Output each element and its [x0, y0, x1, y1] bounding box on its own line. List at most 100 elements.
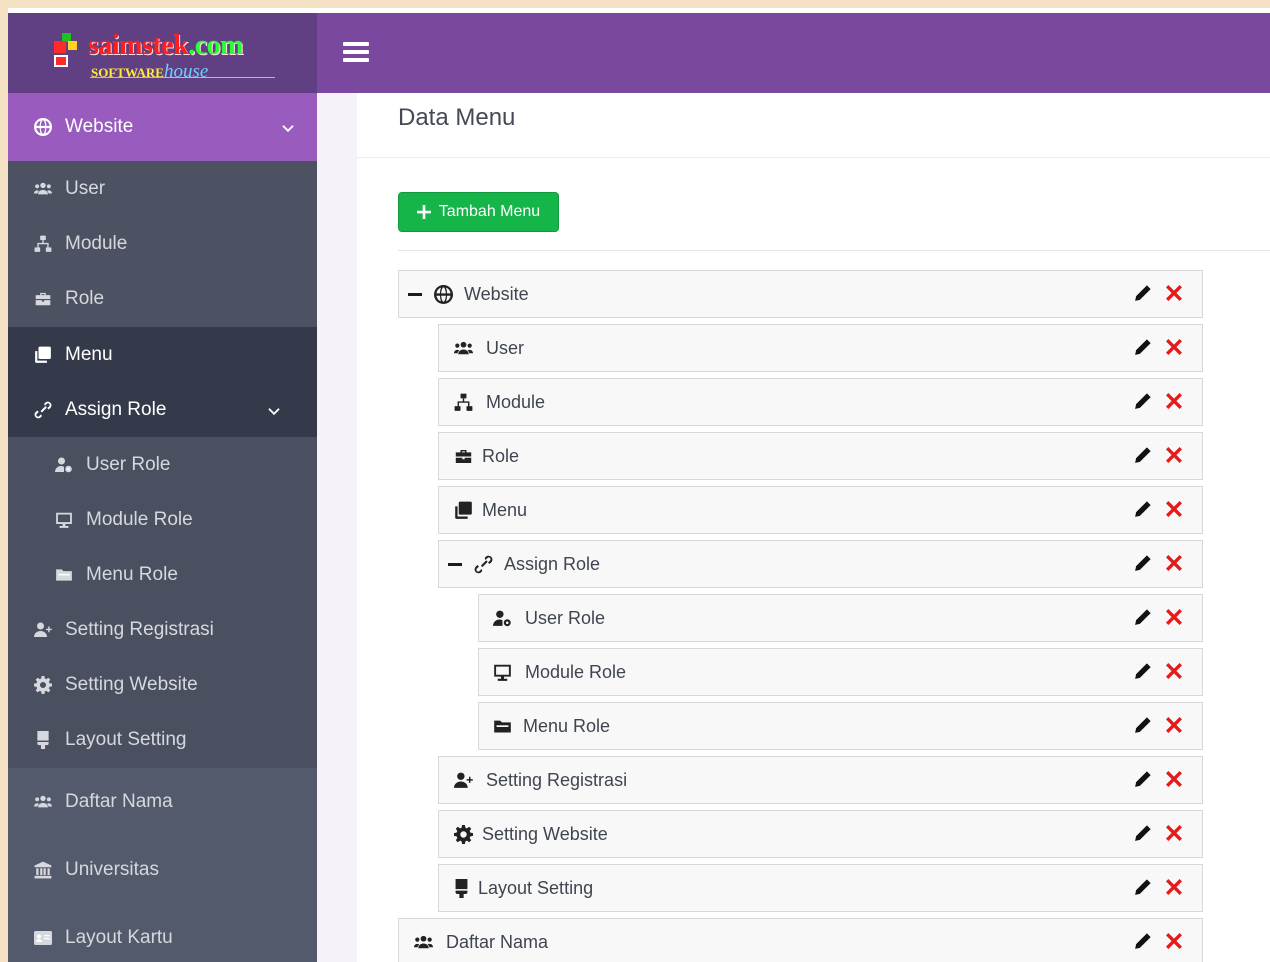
row-actions — [1134, 608, 1182, 626]
tree-row-user-role[interactable]: User Role — [478, 594, 1203, 642]
edit-pencil-icon[interactable] — [1134, 608, 1152, 626]
delete-x-icon[interactable] — [1166, 393, 1182, 409]
link-icon — [33, 400, 53, 420]
sidebar-item-daftar-nama[interactable]: Daftar Nama — [8, 768, 317, 836]
users-icon — [452, 338, 474, 358]
sidebar-item-menu[interactable]: Menu — [8, 327, 317, 382]
link-icon — [472, 554, 494, 574]
brush-icon — [450, 878, 472, 898]
delete-x-icon[interactable] — [1166, 339, 1182, 355]
delete-x-icon[interactable] — [1166, 609, 1182, 625]
desktop-icon — [491, 662, 513, 682]
tree-row-label: Menu — [482, 499, 528, 520]
sidebar-item-module-role[interactable]: Module Role — [8, 492, 317, 547]
desktop-icon — [54, 510, 74, 530]
delete-x-icon[interactable] — [1166, 771, 1182, 787]
tree-row-label: User — [486, 337, 525, 358]
sidebar-item-role[interactable]: Role — [8, 271, 317, 326]
sidebar-item-website[interactable]: Website — [8, 93, 317, 161]
tree-row-label: Setting Registrasi — [486, 769, 628, 790]
tree-row-label: Menu Role — [523, 715, 611, 736]
delete-x-icon[interactable] — [1166, 879, 1182, 895]
user-cog-icon — [491, 608, 513, 628]
sidebar-item-menu-role[interactable]: Menu Role — [8, 547, 317, 602]
tree-row-assign-role[interactable]: Assign Role — [438, 540, 1203, 588]
row-actions — [1134, 500, 1182, 518]
row-actions — [1134, 284, 1182, 302]
collapse-icon[interactable] — [408, 292, 422, 296]
main-content: Data Menu Tambah Menu Website User Modul… — [317, 93, 1270, 962]
brand-area[interactable]: saimstek.com SOFTWAREhouse — [8, 13, 317, 93]
sidebar-item-user-role[interactable]: User Role — [8, 437, 317, 492]
delete-x-icon[interactable] — [1166, 555, 1182, 571]
plus-icon — [417, 205, 431, 219]
sidebar-item-label: Layout Setting — [65, 729, 187, 750]
tree-row-setting-website[interactable]: Setting Website — [438, 810, 1203, 858]
sidebar-item-user[interactable]: User — [8, 161, 317, 216]
tree-row-label: Assign Role — [504, 553, 601, 574]
row-actions — [1134, 338, 1182, 356]
brand-tagline-italic: house — [163, 61, 209, 82]
hamburger-menu-icon[interactable] — [343, 42, 369, 62]
page-title: Data Menu — [398, 104, 516, 131]
sidebar-item-setting-registrasi[interactable]: Setting Registrasi — [8, 602, 317, 657]
tree-row-menu[interactable]: Menu — [438, 486, 1203, 534]
edit-pencil-icon[interactable] — [1134, 500, 1152, 518]
tree-row-layout-setting[interactable]: Layout Setting — [438, 864, 1203, 912]
tree-row-role[interactable]: Role — [438, 432, 1203, 480]
edit-pencil-icon[interactable] — [1134, 392, 1152, 410]
brand-logo[interactable]: saimstek.com SOFTWAREhouse — [54, 31, 275, 82]
delete-x-icon[interactable] — [1166, 663, 1182, 679]
sitemap-icon — [33, 234, 53, 254]
tree-row-daftar-nama[interactable]: Daftar Nama — [398, 918, 1203, 962]
folder-icon — [491, 716, 513, 736]
sidebar-item-assign-role[interactable]: Assign Role — [8, 382, 317, 437]
cog-icon — [33, 675, 53, 695]
tree-row-user[interactable]: User — [438, 324, 1203, 372]
sidebar-item-label: Universitas — [65, 859, 159, 880]
delete-x-icon[interactable] — [1166, 717, 1182, 733]
sidebar: Website User Module Role Menu Assign Rol… — [8, 93, 317, 962]
collapse-icon[interactable] — [448, 562, 462, 566]
card-header: Data Menu — [357, 93, 1270, 158]
tree-row-menu-role[interactable]: Menu Role — [478, 702, 1203, 750]
brand-name-domain: .com — [188, 30, 243, 61]
sidebar-item-layout-kartu[interactable]: Layout Kartu — [8, 904, 317, 962]
edit-pencil-icon[interactable] — [1134, 932, 1152, 950]
delete-x-icon[interactable] — [1166, 447, 1182, 463]
brand-underline — [90, 77, 275, 78]
sidebar-item-module[interactable]: Module — [8, 216, 317, 271]
sidebar-item-layout-setting[interactable]: Layout Setting — [8, 712, 317, 768]
edit-pencil-icon[interactable] — [1134, 284, 1152, 302]
add-menu-button[interactable]: Tambah Menu — [398, 192, 559, 232]
tree-row-setting-registrasi[interactable]: Setting Registrasi — [438, 756, 1203, 804]
delete-x-icon[interactable] — [1166, 933, 1182, 949]
sidebar-item-label: Menu — [65, 343, 113, 365]
edit-pencil-icon[interactable] — [1134, 716, 1152, 734]
sidebar-item-setting-website[interactable]: Setting Website — [8, 657, 317, 712]
tree-row-module-role[interactable]: Module Role — [478, 648, 1203, 696]
edit-pencil-icon[interactable] — [1134, 878, 1152, 896]
sidebar-item-universitas[interactable]: Universitas — [8, 836, 317, 904]
delete-x-icon[interactable] — [1166, 285, 1182, 301]
folder-icon — [54, 565, 74, 585]
edit-pencil-icon[interactable] — [1134, 662, 1152, 680]
top-navbar — [317, 13, 1270, 93]
edit-pencil-icon[interactable] — [1134, 338, 1152, 356]
user-plus-icon — [452, 770, 474, 790]
sidebar-item-label: Assign Role — [65, 398, 167, 420]
delete-x-icon[interactable] — [1166, 825, 1182, 841]
edit-pencil-icon[interactable] — [1134, 446, 1152, 464]
tree-row-module[interactable]: Module — [438, 378, 1203, 426]
brand-name: saimstek.com — [88, 31, 243, 61]
globe-icon — [432, 284, 454, 304]
sidebar-item-label: User — [65, 177, 106, 199]
row-actions — [1134, 392, 1182, 410]
edit-pencil-icon[interactable] — [1134, 824, 1152, 842]
edit-pencil-icon[interactable] — [1134, 554, 1152, 572]
delete-x-icon[interactable] — [1166, 501, 1182, 517]
edit-pencil-icon[interactable] — [1134, 770, 1152, 788]
tree-row-website[interactable]: Website — [398, 270, 1203, 318]
row-actions — [1134, 446, 1182, 464]
tree-row-label: Layout Setting — [478, 877, 594, 898]
